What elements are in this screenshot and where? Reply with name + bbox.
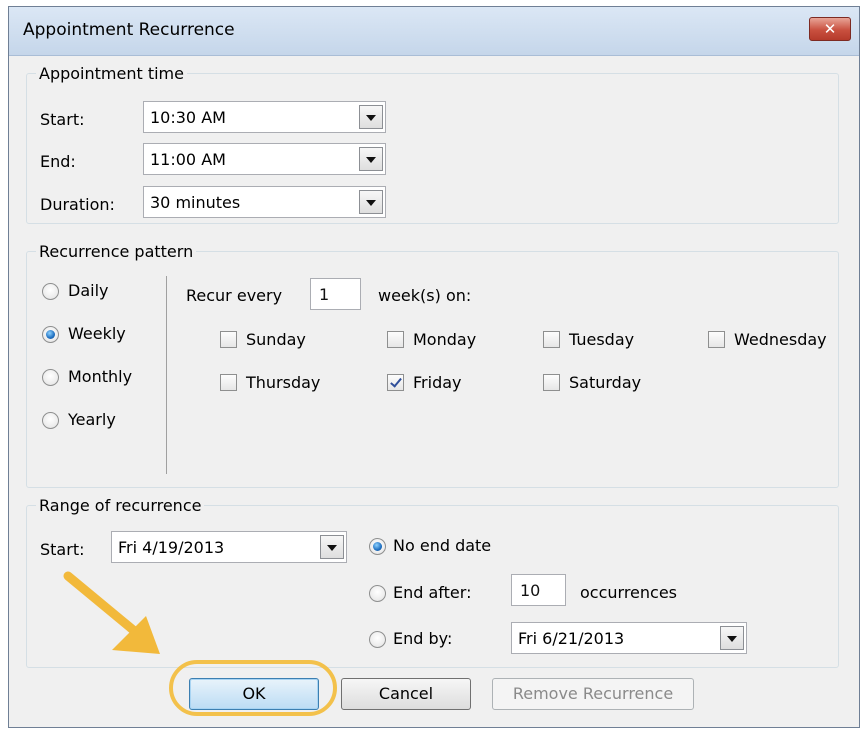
recurrence-pattern-group: Recurrence pattern bbox=[26, 242, 839, 488]
range-start-combo[interactable]: Fri 4/19/2013 bbox=[111, 531, 347, 563]
duration-combo[interactable]: 30 minutes bbox=[143, 186, 386, 218]
day-checkbox-friday[interactable] bbox=[387, 374, 404, 391]
chevron-down-icon[interactable] bbox=[359, 190, 383, 214]
day-label-thursday: Thursday bbox=[246, 373, 321, 392]
no-end-date-radio[interactable] bbox=[369, 538, 386, 555]
remove-recurrence-button[interactable]: Remove Recurrence bbox=[492, 678, 694, 710]
end-after-radio[interactable] bbox=[369, 585, 386, 602]
chevron-down-icon[interactable] bbox=[359, 147, 383, 171]
day-label-friday: Friday bbox=[413, 373, 462, 392]
recur-every-input[interactable]: 1 bbox=[310, 278, 361, 310]
title-bar: Appointment Recurrence ✕ bbox=[9, 7, 859, 56]
start-time-label: Start: bbox=[40, 110, 85, 129]
chevron-down-icon[interactable] bbox=[320, 535, 344, 559]
end-after-input[interactable]: 10 bbox=[511, 574, 566, 606]
end-by-combo[interactable]: Fri 6/21/2013 bbox=[511, 622, 747, 654]
close-button[interactable]: ✕ bbox=[809, 17, 851, 41]
no-end-date-label: No end date bbox=[393, 536, 492, 555]
range-start-label: Start: bbox=[40, 540, 85, 559]
frequency-radio-daily[interactable] bbox=[42, 283, 59, 300]
frequency-radio-yearly[interactable] bbox=[42, 412, 59, 429]
frequency-radio-weekly[interactable] bbox=[42, 326, 59, 343]
pointing-arrow-icon bbox=[63, 571, 160, 654]
end-time-value: 11:00 AM bbox=[150, 150, 226, 169]
end-time-label: End: bbox=[40, 152, 76, 171]
recur-every-value: 1 bbox=[319, 285, 330, 304]
day-checkbox-tuesday[interactable] bbox=[543, 331, 560, 348]
end-by-value: Fri 6/21/2013 bbox=[518, 629, 625, 648]
day-checkbox-sunday[interactable] bbox=[220, 331, 237, 348]
day-label-wednesday: Wednesday bbox=[734, 330, 827, 349]
chevron-down-icon[interactable] bbox=[359, 105, 383, 129]
end-after-value: 10 bbox=[520, 581, 541, 600]
recurrence-pattern-legend: Recurrence pattern bbox=[39, 242, 194, 261]
day-label-monday: Monday bbox=[413, 330, 477, 349]
start-time-combo[interactable]: 10:30 AM bbox=[143, 101, 386, 133]
duration-value: 30 minutes bbox=[150, 193, 241, 212]
frequency-label-weekly: Weekly bbox=[68, 324, 126, 343]
day-checkbox-saturday[interactable] bbox=[543, 374, 560, 391]
range-start-value: Fri 4/19/2013 bbox=[118, 538, 225, 557]
duration-label: Duration: bbox=[40, 195, 115, 214]
end-by-radio[interactable] bbox=[369, 631, 386, 648]
end-after-label: End after: bbox=[393, 583, 472, 602]
appointment-time-legend: Appointment time bbox=[39, 64, 184, 83]
frequency-label-daily: Daily bbox=[68, 281, 109, 300]
frequency-label-yearly: Yearly bbox=[68, 410, 116, 429]
close-icon: ✕ bbox=[823, 20, 837, 38]
day-label-saturday: Saturday bbox=[569, 373, 642, 392]
day-label-sunday: Sunday bbox=[246, 330, 306, 349]
pattern-divider bbox=[166, 276, 167, 474]
dialog-title: Appointment Recurrence bbox=[23, 20, 235, 40]
cancel-button[interactable]: Cancel bbox=[341, 678, 471, 710]
frequency-label-monthly: Monthly bbox=[68, 367, 133, 386]
chevron-down-icon[interactable] bbox=[720, 626, 744, 650]
day-checkbox-monday[interactable] bbox=[387, 331, 404, 348]
end-time-combo[interactable]: 11:00 AM bbox=[143, 143, 386, 175]
weeks-on-label: week(s) on: bbox=[378, 286, 472, 305]
day-checkbox-wednesday[interactable] bbox=[708, 331, 725, 348]
day-label-tuesday: Tuesday bbox=[569, 330, 635, 349]
start-time-value: 10:30 AM bbox=[150, 108, 226, 127]
occurrences-label: occurrences bbox=[580, 583, 678, 602]
frequency-radio-monthly[interactable] bbox=[42, 369, 59, 386]
recur-every-label: Recur every bbox=[186, 286, 283, 305]
day-checkbox-thursday[interactable] bbox=[220, 374, 237, 391]
end-by-label: End by: bbox=[393, 629, 453, 648]
ok-button[interactable]: OK bbox=[189, 678, 319, 710]
range-legend: Range of recurrence bbox=[39, 496, 202, 515]
